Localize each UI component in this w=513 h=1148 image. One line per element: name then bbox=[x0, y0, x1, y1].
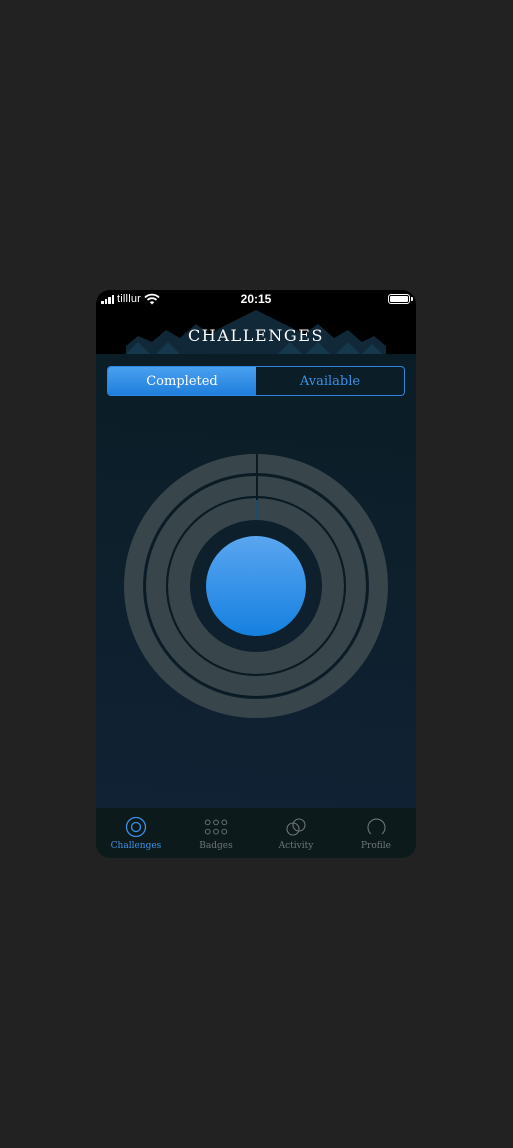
tab-bar: Challenges Badges Activity Profile bbox=[96, 808, 416, 858]
badges-grid-icon bbox=[204, 816, 228, 838]
tab-badges[interactable]: Badges bbox=[176, 808, 256, 858]
tab-label-activity: Activity bbox=[278, 841, 314, 851]
tab-label-challenges: Challenges bbox=[110, 841, 162, 851]
tab-label-badges: Badges bbox=[199, 841, 233, 851]
challenge-rings-graphic bbox=[124, 454, 388, 718]
activity-rings-icon bbox=[284, 816, 308, 838]
tab-challenges[interactable]: Challenges bbox=[96, 808, 176, 858]
tab-activity[interactable]: Activity bbox=[256, 808, 336, 858]
phone-screen: tilllur 20:15 CHALLENGES Completed Avail… bbox=[96, 290, 416, 858]
target-icon bbox=[124, 816, 148, 838]
tab-label-profile: Profile bbox=[361, 841, 391, 851]
tab-profile[interactable]: Profile bbox=[336, 808, 416, 858]
profile-icon bbox=[364, 816, 388, 838]
center-progress-circle bbox=[206, 536, 306, 636]
